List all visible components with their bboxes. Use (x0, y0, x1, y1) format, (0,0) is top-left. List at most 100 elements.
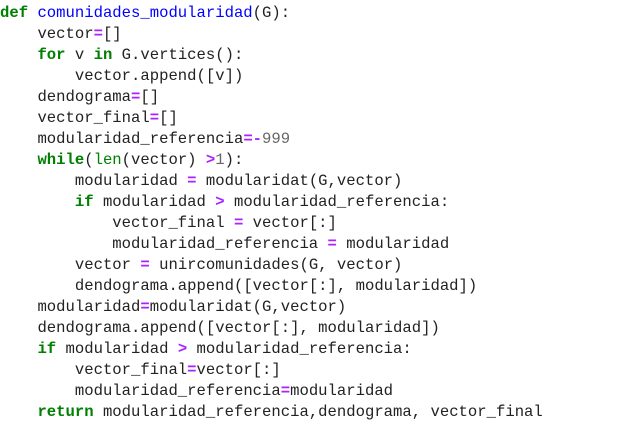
code-text: modularidad_referencia (74, 382, 281, 400)
code-line: vector_final=[] (0, 108, 631, 129)
operator: > (177, 340, 188, 358)
code-line: if modularidad > modularidad_referencia: (0, 339, 631, 360)
operator: = (149, 109, 160, 127)
code-text: vector_final (74, 361, 188, 379)
operator: = (187, 172, 197, 190)
code-text: vector.append([v]) (74, 67, 244, 85)
function-name: comunidades_modularidad (37, 4, 253, 22)
code-line: vector.append([v]) (0, 66, 631, 87)
code-text: [] (140, 88, 160, 106)
code-text: G.vertices(): (112, 46, 244, 64)
number: 999 (262, 130, 291, 148)
operator: = (140, 298, 150, 316)
code-line: dendograma=[] (0, 87, 631, 108)
keyword: if (37, 340, 57, 358)
code-text: modularidad (74, 172, 188, 190)
code-text: modularidad (56, 340, 178, 358)
code-line: return modularidad_referencia,dendograma… (0, 402, 631, 423)
code-block: def comunidades_modularidad(G): vector=[… (0, 0, 631, 430)
operator: > (205, 151, 216, 169)
code-text: vector_final (112, 214, 234, 232)
code-text: modularidad (93, 193, 216, 211)
keyword: return (37, 403, 94, 421)
code-text: ): (224, 151, 244, 169)
code-text: modularidat(G,vector) (149, 298, 347, 316)
operator: = (187, 361, 197, 379)
code-line: vector = unircomunidades(G, vector) (0, 255, 631, 276)
keyword: while (37, 151, 85, 169)
code-text: modularidad (336, 235, 450, 253)
code-text: modularidad (290, 382, 394, 400)
code-text: (vector) (121, 151, 206, 169)
operator: = (140, 256, 150, 274)
code-line: modularidad=modularidat(G,vector) (0, 297, 631, 318)
code-text: [] (159, 109, 178, 127)
operator: =- (243, 130, 263, 148)
code-text: ( (84, 151, 94, 169)
operator: = (280, 382, 291, 400)
code-text: dendograma.append([vector[:], modularida… (37, 319, 440, 337)
code-line: while(len(vector) >1): (0, 150, 631, 171)
operator: = (327, 235, 337, 253)
code-text: [] (102, 25, 122, 43)
code-line: modularidad = modularidat(G,vector) (0, 171, 631, 192)
keyword: if (74, 193, 94, 211)
code-line: vector_final = vector[:] (0, 213, 631, 234)
operator: = (233, 214, 244, 232)
builtin: len (93, 151, 122, 169)
code-line: modularidad_referencia=modularidad (0, 381, 631, 402)
code-text: modularidad (37, 298, 141, 316)
operator: > (215, 193, 225, 211)
code-line: def comunidades_modularidad(G): (0, 3, 631, 24)
code-text: modularidat(G,vector) (196, 172, 403, 190)
number: 1 (215, 151, 225, 169)
code-line: vector=[] (0, 24, 631, 45)
code-text: dendograma (37, 88, 132, 106)
code-text: (G): (252, 4, 291, 22)
code-text: vector (37, 25, 94, 43)
code-text: modularidad_referencia: (224, 193, 450, 211)
code-line: vector_final=vector[:] (0, 360, 631, 381)
code-text: vector[:] (196, 361, 281, 379)
keyword: for (37, 46, 66, 64)
code-line: for v in G.vertices(): (0, 45, 631, 66)
keyword: in (93, 46, 113, 64)
code-text: modularidad_referencia (37, 130, 244, 148)
code-text: modularidad_referencia,dendograma, vecto… (93, 403, 543, 421)
code-line: modularidad_referencia=-999 (0, 129, 631, 150)
code-text: modularidad_referencia (112, 235, 328, 253)
code-line: dendograma.append([vector[:], modularida… (0, 276, 631, 297)
code-line: dendograma.append([vector[:], modularida… (0, 318, 631, 339)
code-line: modularidad_referencia = modularidad (0, 234, 631, 255)
code-text: unircomunidades(G, vector) (149, 256, 403, 274)
code-line: if modularidad > modularidad_referencia: (0, 192, 631, 213)
operator: = (131, 88, 141, 106)
code-text: v (65, 46, 94, 64)
code-text: vector (74, 256, 141, 274)
code-text: modularidad_referencia: (187, 340, 412, 358)
keyword: def (0, 4, 29, 22)
operator: = (93, 25, 103, 43)
code-text: vector_final (37, 109, 150, 127)
code-text: dendograma.append([vector[:], modularida… (74, 277, 478, 295)
code-text: vector[:] (243, 214, 337, 232)
